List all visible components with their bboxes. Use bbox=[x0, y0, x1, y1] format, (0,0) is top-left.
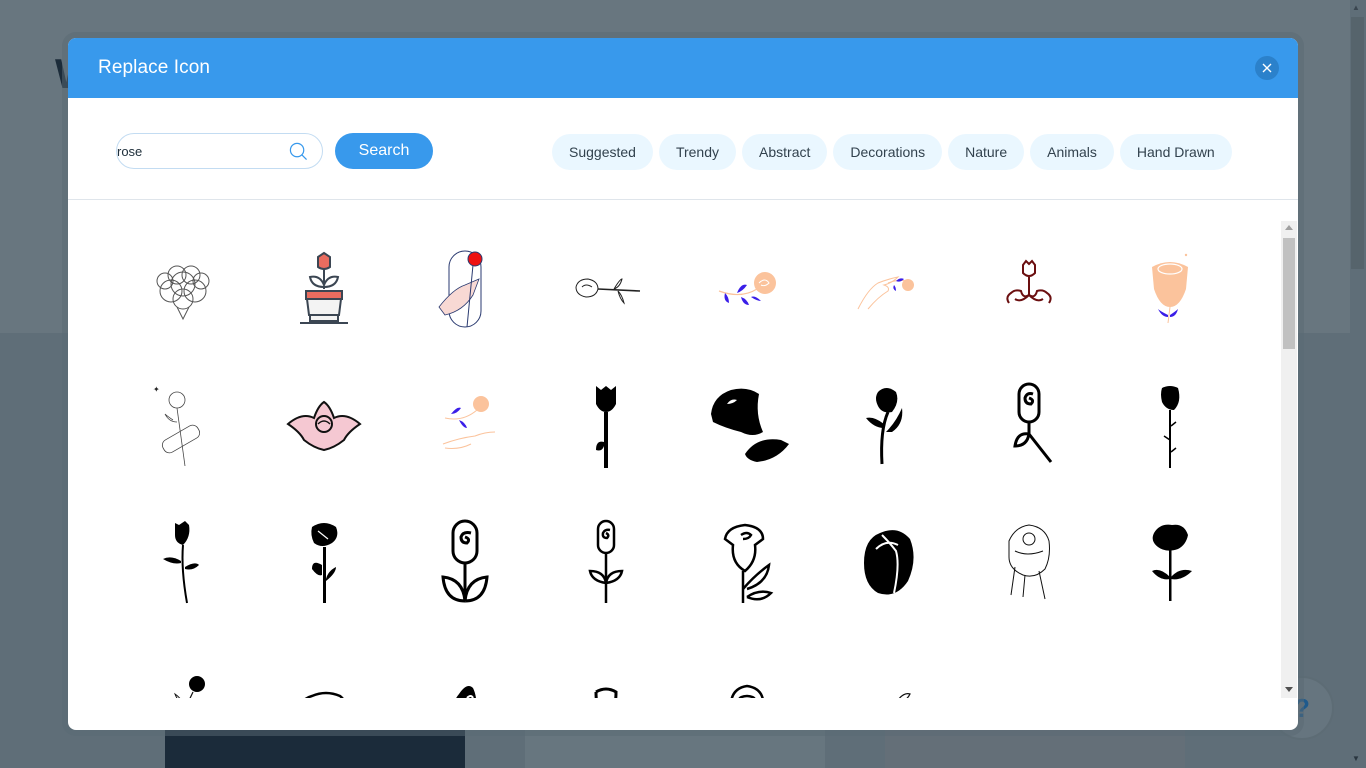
potted-rose-icon bbox=[299, 251, 348, 324]
page-scroll-down-icon[interactable]: ▼ bbox=[1352, 754, 1360, 763]
search-button[interactable]: Search bbox=[335, 133, 433, 169]
icon-result[interactable] bbox=[112, 491, 253, 626]
icon-result[interactable] bbox=[817, 491, 958, 626]
long-stem-rose-icon bbox=[162, 520, 199, 603]
icon-result[interactable] bbox=[253, 491, 394, 626]
icon-result[interactable] bbox=[253, 221, 394, 356]
background-panel bbox=[885, 730, 1185, 768]
page-scroll-up-icon[interactable]: ▲ bbox=[1352, 3, 1360, 12]
category-abstract[interactable]: Abstract bbox=[742, 134, 828, 170]
icon-result[interactable] bbox=[1099, 626, 1240, 698]
dialog-header: Replace Icon bbox=[68, 38, 1298, 98]
category-nature[interactable]: Nature bbox=[948, 134, 1025, 170]
icon-result[interactable] bbox=[676, 356, 817, 491]
icon-result[interactable] bbox=[817, 626, 958, 698]
results-scrollbar[interactable] bbox=[1281, 221, 1297, 698]
icon-result[interactable] bbox=[535, 491, 676, 626]
page-scrollbar-thumb[interactable] bbox=[1351, 17, 1364, 269]
rose-swirl-head-icon bbox=[303, 691, 344, 698]
svg-text:✦: ✦ bbox=[153, 385, 160, 394]
background-panel bbox=[525, 730, 825, 768]
spiral-bud-icon bbox=[594, 687, 618, 698]
rose-small-stem-icon bbox=[173, 675, 205, 698]
hand-holding-rose-icon bbox=[437, 250, 482, 327]
icon-result[interactable] bbox=[958, 626, 1099, 698]
icon-result[interactable] bbox=[676, 221, 817, 356]
icon-results: ✦ bbox=[68, 201, 1298, 698]
icon-result[interactable] bbox=[253, 356, 394, 491]
rose-outline-leaves-icon bbox=[723, 523, 773, 603]
tulip-silhouette-icon bbox=[595, 385, 616, 468]
icon-grid: ✦ bbox=[112, 221, 1240, 698]
rose-cone-outline-icon bbox=[729, 684, 764, 698]
category-hand-drawn[interactable]: Hand Drawn bbox=[1119, 134, 1232, 170]
icon-result[interactable] bbox=[535, 356, 676, 491]
close-icon bbox=[1262, 63, 1272, 73]
icon-result[interactable] bbox=[1099, 491, 1240, 626]
replace-icon-dialog: Replace Icon Search Suggested Trendy Abs… bbox=[68, 38, 1298, 730]
rose-flower-silhouette-icon bbox=[1151, 524, 1192, 601]
scroll-up-icon[interactable] bbox=[1285, 225, 1293, 230]
spiral-rose-thin-icon bbox=[587, 519, 624, 603]
search-toolbar: Search Suggested Trendy Abstract Decorat… bbox=[68, 98, 1298, 200]
icon-result[interactable] bbox=[394, 626, 535, 698]
scroll-down-icon[interactable] bbox=[1285, 687, 1293, 692]
hand-with-peach-rose-icon bbox=[857, 275, 914, 309]
rose-bouquet-outline-icon bbox=[156, 265, 209, 320]
peach-rose-branch-icon bbox=[718, 271, 776, 305]
icon-result[interactable] bbox=[394, 221, 535, 356]
icon-result[interactable] bbox=[253, 626, 394, 698]
icon-result[interactable] bbox=[817, 221, 958, 356]
icon-result[interactable] bbox=[958, 491, 1099, 626]
search-field[interactable] bbox=[116, 133, 323, 169]
icon-result[interactable] bbox=[1099, 221, 1240, 356]
rose-spiral-outline-icon bbox=[1120, 644, 1220, 699]
icon-result[interactable]: ✦ bbox=[112, 356, 253, 491]
pink-rose-tattoo-icon bbox=[285, 400, 362, 451]
icon-result[interactable] bbox=[535, 221, 676, 356]
icon-result[interactable] bbox=[535, 626, 676, 698]
hand-catching-rose-icon bbox=[442, 395, 495, 449]
close-button[interactable] bbox=[1255, 56, 1279, 80]
peach-rose-large-icon bbox=[1151, 253, 1188, 323]
rose-sketch-horizontal-icon bbox=[575, 277, 640, 305]
icon-result[interactable] bbox=[958, 356, 1099, 491]
rose-stem-silhouette-icon bbox=[865, 387, 902, 464]
search-icon[interactable] bbox=[289, 142, 308, 161]
icon-result[interactable] bbox=[112, 626, 253, 698]
icon-result[interactable] bbox=[676, 626, 817, 698]
icon-result[interactable] bbox=[394, 356, 535, 491]
category-trendy[interactable]: Trendy bbox=[658, 134, 737, 170]
scrollbar-thumb[interactable] bbox=[1283, 238, 1295, 349]
spiral-rose-line-icon bbox=[1012, 382, 1052, 463]
dialog-title: Replace Icon bbox=[98, 57, 211, 78]
rose-ornament-icon bbox=[1005, 258, 1052, 304]
search-input[interactable] bbox=[117, 136, 277, 166]
icon-result[interactable] bbox=[1099, 356, 1240, 491]
icon-result[interactable] bbox=[817, 356, 958, 491]
icon-result[interactable] bbox=[112, 221, 253, 356]
category-animals[interactable]: Animals bbox=[1030, 134, 1114, 170]
spiral-rose-leaves-icon bbox=[440, 519, 489, 602]
rosebud-thorn-icon bbox=[1160, 385, 1179, 468]
rose-blob-black-icon bbox=[979, 644, 1079, 699]
rose-petals-sketch-icon bbox=[897, 692, 911, 698]
category-filters: Suggested Trendy Abstract Decorations Na… bbox=[552, 134, 1232, 170]
category-suggested[interactable]: Suggested bbox=[552, 134, 653, 170]
icon-result[interactable] bbox=[958, 221, 1099, 356]
rosebud-filled-icon bbox=[863, 529, 914, 594]
rose-sketch-detailed-icon bbox=[1008, 523, 1050, 599]
icon-result[interactable] bbox=[676, 491, 817, 626]
rose-leaves-silhouette-icon bbox=[310, 522, 337, 603]
rose-bud-black-icon bbox=[455, 685, 476, 698]
icon-result[interactable] bbox=[394, 491, 535, 626]
rose-with-bandage-icon: ✦ bbox=[153, 385, 200, 466]
category-decorations[interactable]: Decorations bbox=[833, 134, 943, 170]
rose-large-silhouette-icon bbox=[710, 388, 789, 462]
